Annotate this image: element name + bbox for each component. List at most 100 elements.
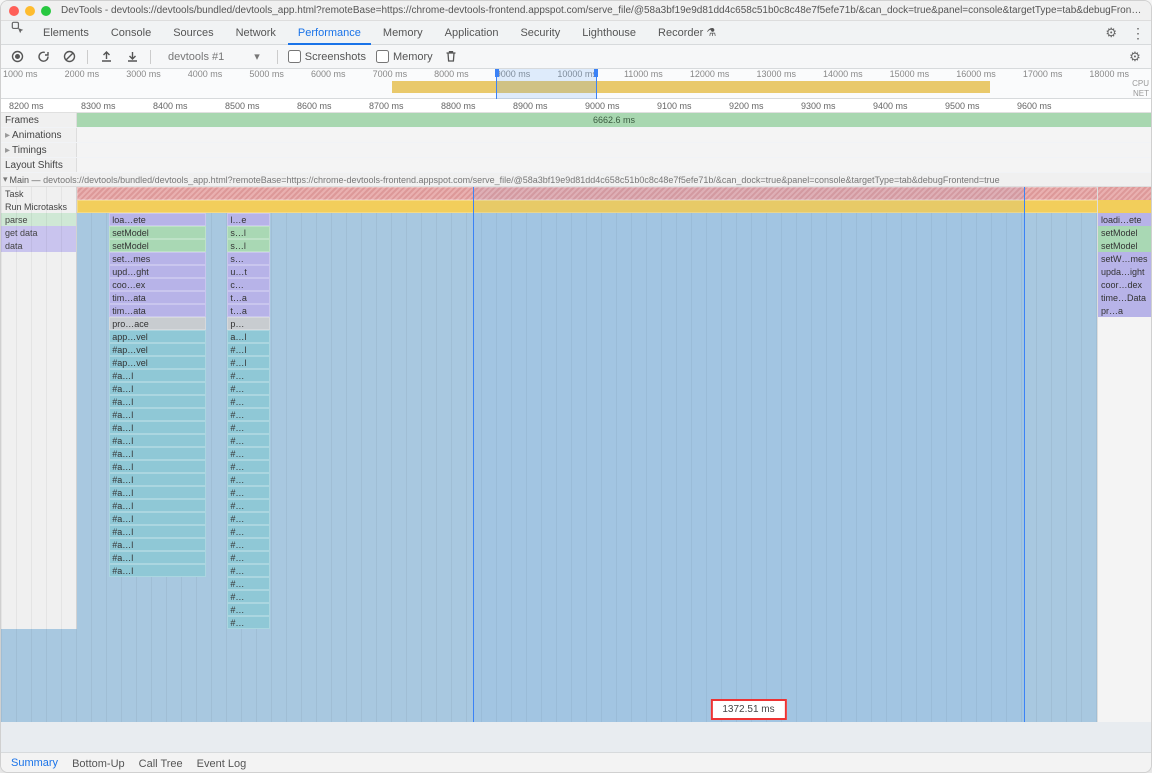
timings-track[interactable]: ▸Timings (1, 143, 1151, 158)
tab-application[interactable]: Application (435, 21, 509, 45)
settings-icon[interactable] (1099, 21, 1123, 45)
flame-bar[interactable]: #a…l (109, 408, 206, 421)
flame-bar[interactable]: #… (227, 564, 270, 577)
flame-bar[interactable]: #a…l (109, 382, 206, 395)
flame-bar[interactable]: setModel (109, 239, 206, 252)
flame-bar[interactable]: #… (227, 395, 270, 408)
btab-summary[interactable]: Summary (11, 754, 58, 773)
flame-bar[interactable]: #a…l (109, 538, 206, 551)
window-minimize-button[interactable] (25, 6, 35, 16)
upload-icon[interactable] (98, 49, 114, 65)
flame-bar[interactable]: #a…l (109, 512, 206, 525)
btab-event-log[interactable]: Event Log (197, 755, 247, 773)
flame-bar-task[interactable] (77, 187, 1151, 200)
flame-bar[interactable]: s…l (227, 226, 270, 239)
flame-bar[interactable]: t…a (227, 291, 270, 304)
window-zoom-button[interactable] (41, 6, 51, 16)
flame-bar[interactable]: #… (227, 382, 270, 395)
tracks-area[interactable]: Frames 6662.6 ms ▸Animations ▸Timings La… (1, 113, 1151, 752)
animations-track[interactable]: ▸Animations (1, 128, 1151, 143)
flame-bar[interactable]: #… (227, 473, 270, 486)
flame-bar[interactable]: #a…l (109, 434, 206, 447)
flame-bar[interactable]: a…l (227, 330, 270, 343)
flame-bar[interactable]: pro…ace (109, 317, 206, 330)
flame-bar[interactable]: c… (227, 278, 270, 291)
flame-bar[interactable]: #a…l (109, 564, 206, 577)
record-icon[interactable] (9, 49, 25, 65)
flame-chart[interactable]: Task Run Microtasks parseloa…etel…eget d… (1, 187, 1151, 722)
inspect-icon[interactable] (5, 21, 31, 45)
perf-settings-icon[interactable] (1127, 49, 1143, 65)
flame-bar[interactable]: #… (227, 616, 270, 629)
tab-memory[interactable]: Memory (373, 21, 433, 45)
flame-bar[interactable]: loa…ete (109, 213, 206, 226)
trash-icon[interactable] (443, 49, 459, 65)
reload-icon[interactable] (35, 49, 51, 65)
memory-checkbox[interactable]: Memory (376, 50, 433, 63)
flame-bar[interactable]: #… (227, 603, 270, 616)
btab-bottom-up[interactable]: Bottom-Up (72, 755, 125, 773)
tab-security[interactable]: Security (510, 21, 570, 45)
flame-bar[interactable]: tim…ata (109, 304, 206, 317)
btab-call-tree[interactable]: Call Tree (139, 755, 183, 773)
flame-bar[interactable]: #… (227, 512, 270, 525)
flame-bar[interactable]: p… (227, 317, 270, 330)
flame-bar[interactable]: #… (227, 551, 270, 564)
flame-bar[interactable]: #a…l (109, 395, 206, 408)
flame-bar[interactable]: upd…ght (109, 265, 206, 278)
more-icon[interactable] (1125, 21, 1151, 45)
flame-bar[interactable]: set…mes (109, 252, 206, 265)
flame-bar[interactable]: tim…ata (109, 291, 206, 304)
flame-bar[interactable]: #… (227, 525, 270, 538)
flame-bar[interactable]: #a…l (109, 525, 206, 538)
flame-bar[interactable]: #… (227, 486, 270, 499)
flame-bar[interactable]: #… (227, 369, 270, 382)
tab-lighthouse[interactable]: Lighthouse (572, 21, 646, 45)
flame-bar[interactable]: #…l (227, 356, 270, 369)
detail-ruler[interactable]: 8200 ms8300 ms8400 ms8500 ms8600 ms8700 … (1, 99, 1151, 113)
flame-bar[interactable]: #… (227, 577, 270, 590)
flame-bar[interactable]: setModel (109, 226, 206, 239)
flame-bar[interactable]: #a…l (109, 499, 206, 512)
flame-bar[interactable]: #…l (227, 343, 270, 356)
tab-sources[interactable]: Sources (163, 21, 223, 45)
flame-bar[interactable]: #… (227, 538, 270, 551)
flame-bar[interactable]: #ap…vel (109, 343, 206, 356)
flame-bar[interactable]: #ap…vel (109, 356, 206, 369)
flame-bar[interactable]: s… (227, 252, 270, 265)
flame-bar[interactable]: #a…l (109, 460, 206, 473)
flame-bar[interactable]: l…e (227, 213, 270, 226)
screenshots-checkbox[interactable]: Screenshots (288, 50, 366, 63)
tab-elements[interactable]: Elements (33, 21, 99, 45)
flame-bar[interactable]: u…t (227, 265, 270, 278)
flame-bar[interactable]: #a…l (109, 551, 206, 564)
flame-bar[interactable]: #a…l (109, 369, 206, 382)
flame-bar[interactable]: #a…l (109, 421, 206, 434)
tab-recorder[interactable]: Recorder (648, 21, 726, 45)
main-track-header[interactable]: Main — devtools://devtools/bundled/devto… (1, 173, 1151, 187)
flame-bar[interactable]: #a…l (109, 473, 206, 486)
flame-bar[interactable]: coo…ex (109, 278, 206, 291)
profile-selector[interactable]: devtools #1 ▾ (161, 49, 267, 64)
clear-icon[interactable] (61, 49, 77, 65)
flame-bar-microtasks[interactable] (77, 200, 1151, 213)
flame-bar[interactable]: #… (227, 460, 270, 473)
flame-bar[interactable]: s…l (227, 239, 270, 252)
flame-bar[interactable]: #a…l (109, 447, 206, 460)
tab-performance[interactable]: Performance (288, 21, 371, 45)
tab-network[interactable]: Network (226, 21, 286, 45)
tab-console[interactable]: Console (101, 21, 161, 45)
layout-shifts-track[interactable]: Layout Shifts (1, 158, 1151, 173)
overview-minimap[interactable]: 1000 ms2000 ms3000 ms4000 ms5000 ms6000 … (1, 69, 1151, 99)
flame-bar[interactable]: #… (227, 408, 270, 421)
flame-bar[interactable]: t…a (227, 304, 270, 317)
flame-bar[interactable]: #a…l (109, 486, 206, 499)
flame-bar[interactable]: #… (227, 447, 270, 460)
flame-bar[interactable]: #… (227, 590, 270, 603)
frames-track[interactable]: Frames 6662.6 ms (1, 113, 1151, 128)
flame-bar[interactable]: #… (227, 434, 270, 447)
window-close-button[interactable] (9, 6, 19, 16)
flame-bar[interactable]: #… (227, 421, 270, 434)
download-icon[interactable] (124, 49, 140, 65)
flame-bar[interactable]: app…vel (109, 330, 206, 343)
